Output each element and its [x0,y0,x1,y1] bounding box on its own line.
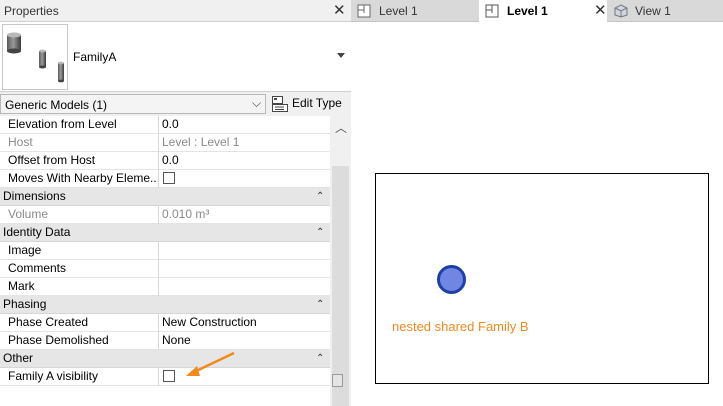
property-value: 0.010 m³ [162,207,210,221]
edit-type-label: Edit Type [292,96,342,110]
category-row: Generic Models (1) ⌵ Edit Type [0,92,351,116]
moves-with-nearby-checkbox[interactable] [163,171,175,184]
property-name: Moves With Nearby Eleme... [0,170,159,188]
type-selector[interactable]: FamilyA [0,22,351,92]
properties-grid: Elevation from Level 0.0 Host Level : Le… [0,116,330,406]
row-host: Host Level : Level 1 [0,134,330,152]
row-phase-demolished: Phase Demolished None [0,332,330,350]
group-other[interactable]: Other ⌃ [0,350,330,368]
group-label: Identity Data [3,225,71,239]
close-properties-icon[interactable]: ✕ [333,1,346,19]
group-label: Phasing [3,297,47,311]
scroll-up-icon[interactable]: ︿ [335,119,347,136]
properties-scrollbar[interactable]: ︿ [330,116,351,406]
row-elevation-from-level: Elevation from Level 0.0 [0,116,330,134]
properties-title-bar: Properties ✕ [0,0,351,22]
edit-type-icon [272,96,288,112]
collapse-icon: ⌃ [316,353,325,364]
3d-view-icon [614,4,628,18]
category-filter-dropdown[interactable]: Generic Models (1) ⌵ [0,94,266,114]
property-name: Mark [0,278,159,296]
annotation-arrow-icon [186,351,235,376]
tab-level-1[interactable]: Level 1 [351,0,479,22]
row-comments: Comments [0,260,330,278]
property-value: Level : Level 1 [162,135,240,149]
tab-label: Level 1 [507,4,548,18]
row-image: Image [0,242,330,260]
property-value-field[interactable] [160,278,318,296]
property-name: Phase Demolished [0,332,159,350]
group-label: Other [3,351,34,365]
row-volume: Volume 0.010 m³ [0,206,330,224]
row-mark: Mark [0,278,330,296]
properties-panel: Properties ✕ FamilyA Generic Models (1) … [0,0,351,406]
property-value [160,170,318,188]
property-name: Comments [0,260,159,278]
group-label: Dimensions [3,189,66,203]
tab-level-1-active[interactable]: Level 1 [479,0,607,22]
family-thumbnail [2,24,68,90]
chevron-down-icon: ⌵ [252,96,262,110]
collapse-icon: ⌃ [316,227,325,238]
tab-label: View 1 [635,4,671,18]
row-family-a-visibility: Family A visibility [0,368,330,386]
property-value-field[interactable] [160,260,318,278]
property-value-field[interactable] [160,242,318,260]
collapse-icon: ⌃ [316,299,325,310]
property-name: Phase Created [0,314,159,332]
property-name: Family A visibility [0,368,159,386]
row-offset-from-host: Offset from Host 0.0 [0,152,330,170]
row-moves-with-nearby-elements: Moves With Nearby Eleme... [0,170,330,188]
close-tab-icon[interactable]: ✕ [594,1,607,19]
property-name: Host [0,134,159,152]
cylinders-icon [7,32,64,83]
group-phasing[interactable]: Phasing ⌃ [0,296,330,314]
property-name: Elevation from Level [0,116,159,134]
scrollbar-thumb[interactable] [332,374,343,387]
floor-plan-icon [485,4,499,18]
family-a-visibility-checkbox[interactable] [163,369,175,382]
category-filter-label: Generic Models (1) [5,98,108,112]
property-value-field[interactable]: New Construction [160,314,318,332]
property-name: Image [0,242,159,260]
canvas-annotation-text: nested shared Family B [392,319,529,334]
row-phase-created: Phase Created New Construction [0,314,330,332]
type-name: FamilyA [73,50,117,64]
property-value-field[interactable]: 0.0 [160,152,318,170]
properties-title: Properties [4,4,59,18]
family-b-instance-circle[interactable] [437,265,466,294]
property-value-field[interactable]: 0.0 [160,116,318,134]
collapse-icon: ⌃ [316,191,325,202]
group-identity-data[interactable]: Identity Data ⌃ [0,224,330,242]
group-dimensions[interactable]: Dimensions ⌃ [0,188,330,206]
floor-plan-icon [357,4,371,18]
view-tab-bar: Level 1 Level 1 ✕ View 1 [351,0,723,22]
tab-view-1[interactable]: View 1 [607,0,723,22]
scrollbar-track [332,166,349,406]
property-name: Offset from Host [0,152,159,170]
type-dropdown-arrow-icon[interactable] [337,53,345,58]
crop-region [375,173,709,384]
edit-type-button[interactable]: Edit Type [271,95,349,114]
tab-label: Level 1 [379,4,418,18]
property-name: Volume [0,206,159,224]
